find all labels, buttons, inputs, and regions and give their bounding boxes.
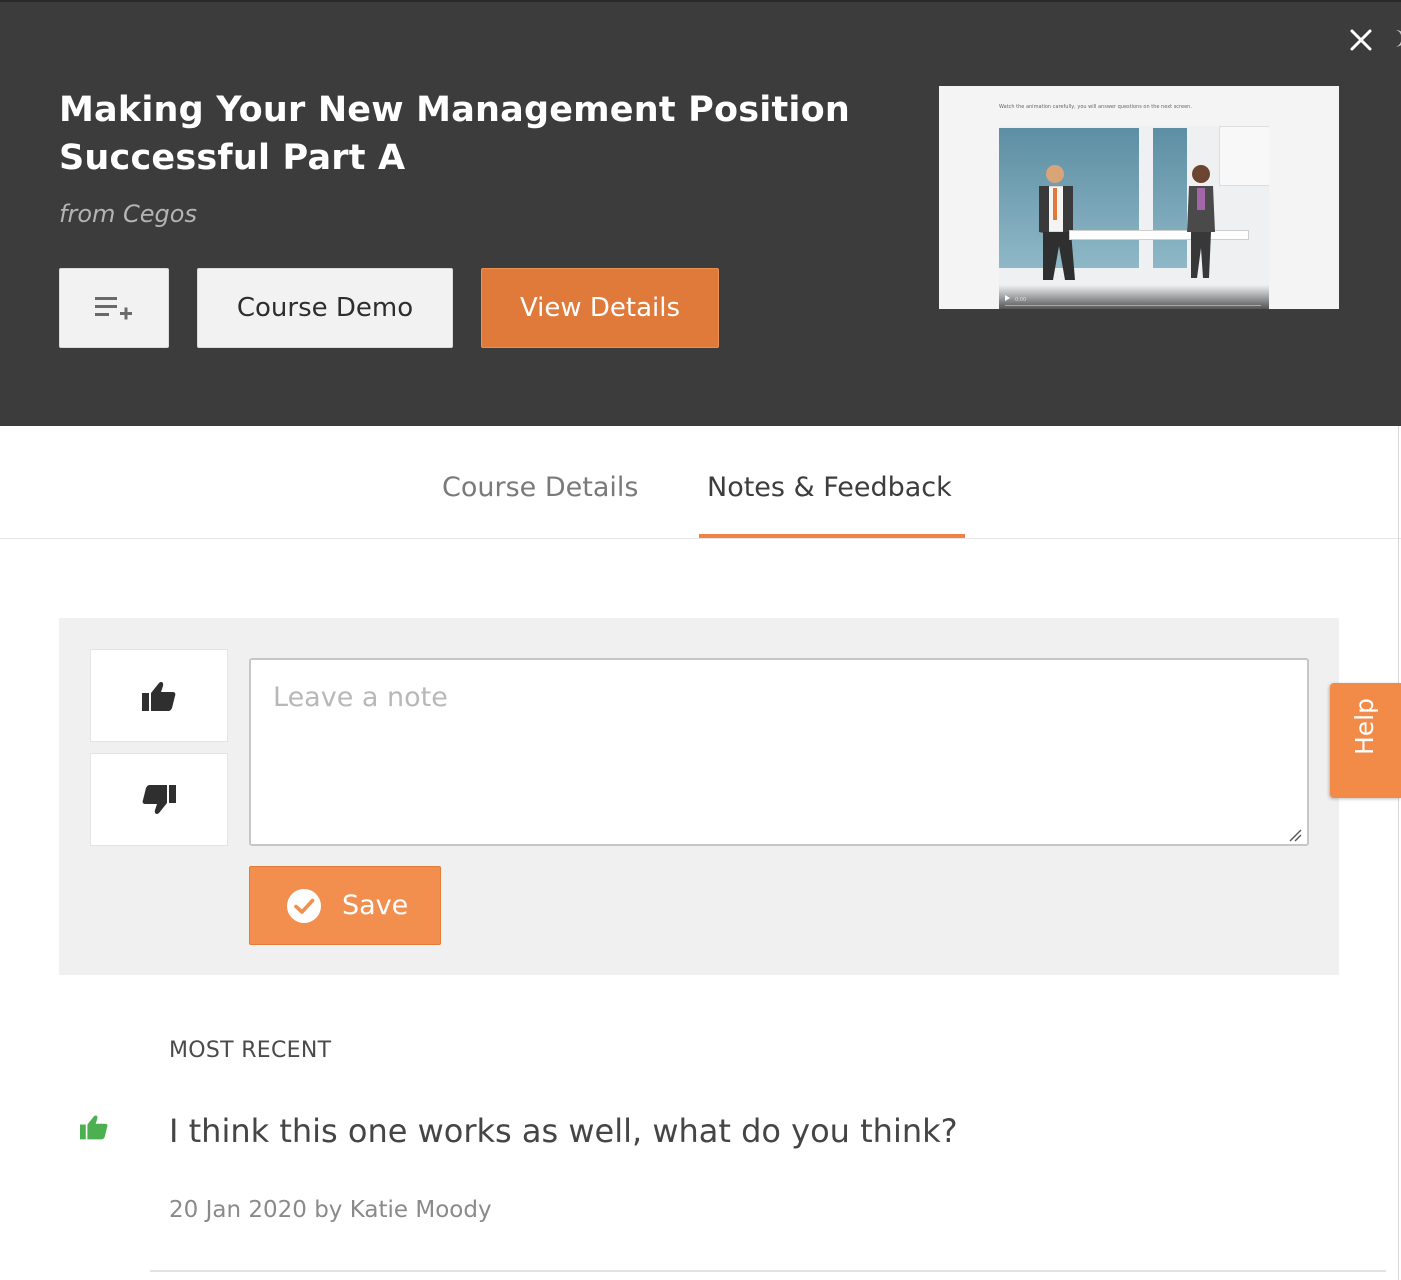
thumbs-down-button[interactable] bbox=[90, 753, 228, 846]
panel-border bbox=[1398, 426, 1399, 1280]
video-controls[interactable]: 0:00 bbox=[999, 285, 1269, 309]
preview-whiteboard bbox=[1219, 126, 1269, 186]
close-button[interactable] bbox=[1343, 22, 1379, 58]
close-icon bbox=[1350, 29, 1372, 51]
preview-frame: 0:00 bbox=[999, 126, 1269, 309]
save-label: Save bbox=[342, 890, 409, 921]
active-tab-indicator bbox=[699, 534, 965, 538]
note-divider bbox=[150, 1270, 1386, 1272]
note-textarea[interactable] bbox=[249, 658, 1309, 846]
save-note-button[interactable]: Save bbox=[249, 866, 441, 945]
course-demo-button[interactable]: Course Demo bbox=[197, 268, 453, 348]
play-icon[interactable] bbox=[1005, 295, 1010, 301]
preview-woman-figure bbox=[1187, 165, 1215, 278]
course-header: ❩ Making Your New Management Position Su… bbox=[0, 0, 1401, 426]
course-provider: from Cegos bbox=[59, 200, 197, 228]
thumbs-up-icon bbox=[142, 681, 176, 711]
course-video-preview[interactable]: Watch the animation carefully, you will … bbox=[939, 86, 1339, 309]
playlist-add-icon bbox=[95, 297, 132, 320]
recent-notes-heading: MOST RECENT bbox=[169, 1038, 332, 1063]
help-tab[interactable]: Help bbox=[1330, 683, 1401, 798]
help-label: Help bbox=[1350, 698, 1379, 755]
tab-course-details[interactable]: Course Details bbox=[442, 472, 638, 503]
scroll-edge: ❩ bbox=[1393, 24, 1401, 54]
preview-caption: Watch the animation carefully, you will … bbox=[999, 104, 1192, 110]
course-title: Making Your New Management Position Succ… bbox=[59, 90, 850, 178]
course-actions: Course Demo View Details bbox=[59, 268, 719, 348]
thumbs-up-icon bbox=[80, 1115, 108, 1140]
course-tabs: Course Details Notes & Feedback bbox=[0, 426, 1401, 539]
add-to-playlist-button[interactable] bbox=[59, 268, 169, 348]
note-meta: 20 Jan 2020 by Katie Moody bbox=[169, 1197, 492, 1223]
tab-notes-feedback[interactable]: Notes & Feedback bbox=[707, 472, 952, 503]
check-circle-icon bbox=[287, 888, 321, 923]
thumbs-down-icon bbox=[142, 784, 176, 814]
preview-table bbox=[1069, 230, 1249, 240]
resize-handle-icon[interactable] bbox=[1288, 828, 1302, 842]
video-time: 0:00 bbox=[1015, 297, 1027, 303]
preview-man-figure bbox=[1039, 165, 1075, 280]
thumbs-up-button[interactable] bbox=[90, 649, 228, 742]
note-form: Save bbox=[59, 618, 1339, 975]
view-details-button[interactable]: View Details bbox=[481, 268, 719, 348]
video-progress-track[interactable] bbox=[1005, 305, 1261, 306]
note-text: I think this one works as well, what do … bbox=[169, 1112, 958, 1150]
